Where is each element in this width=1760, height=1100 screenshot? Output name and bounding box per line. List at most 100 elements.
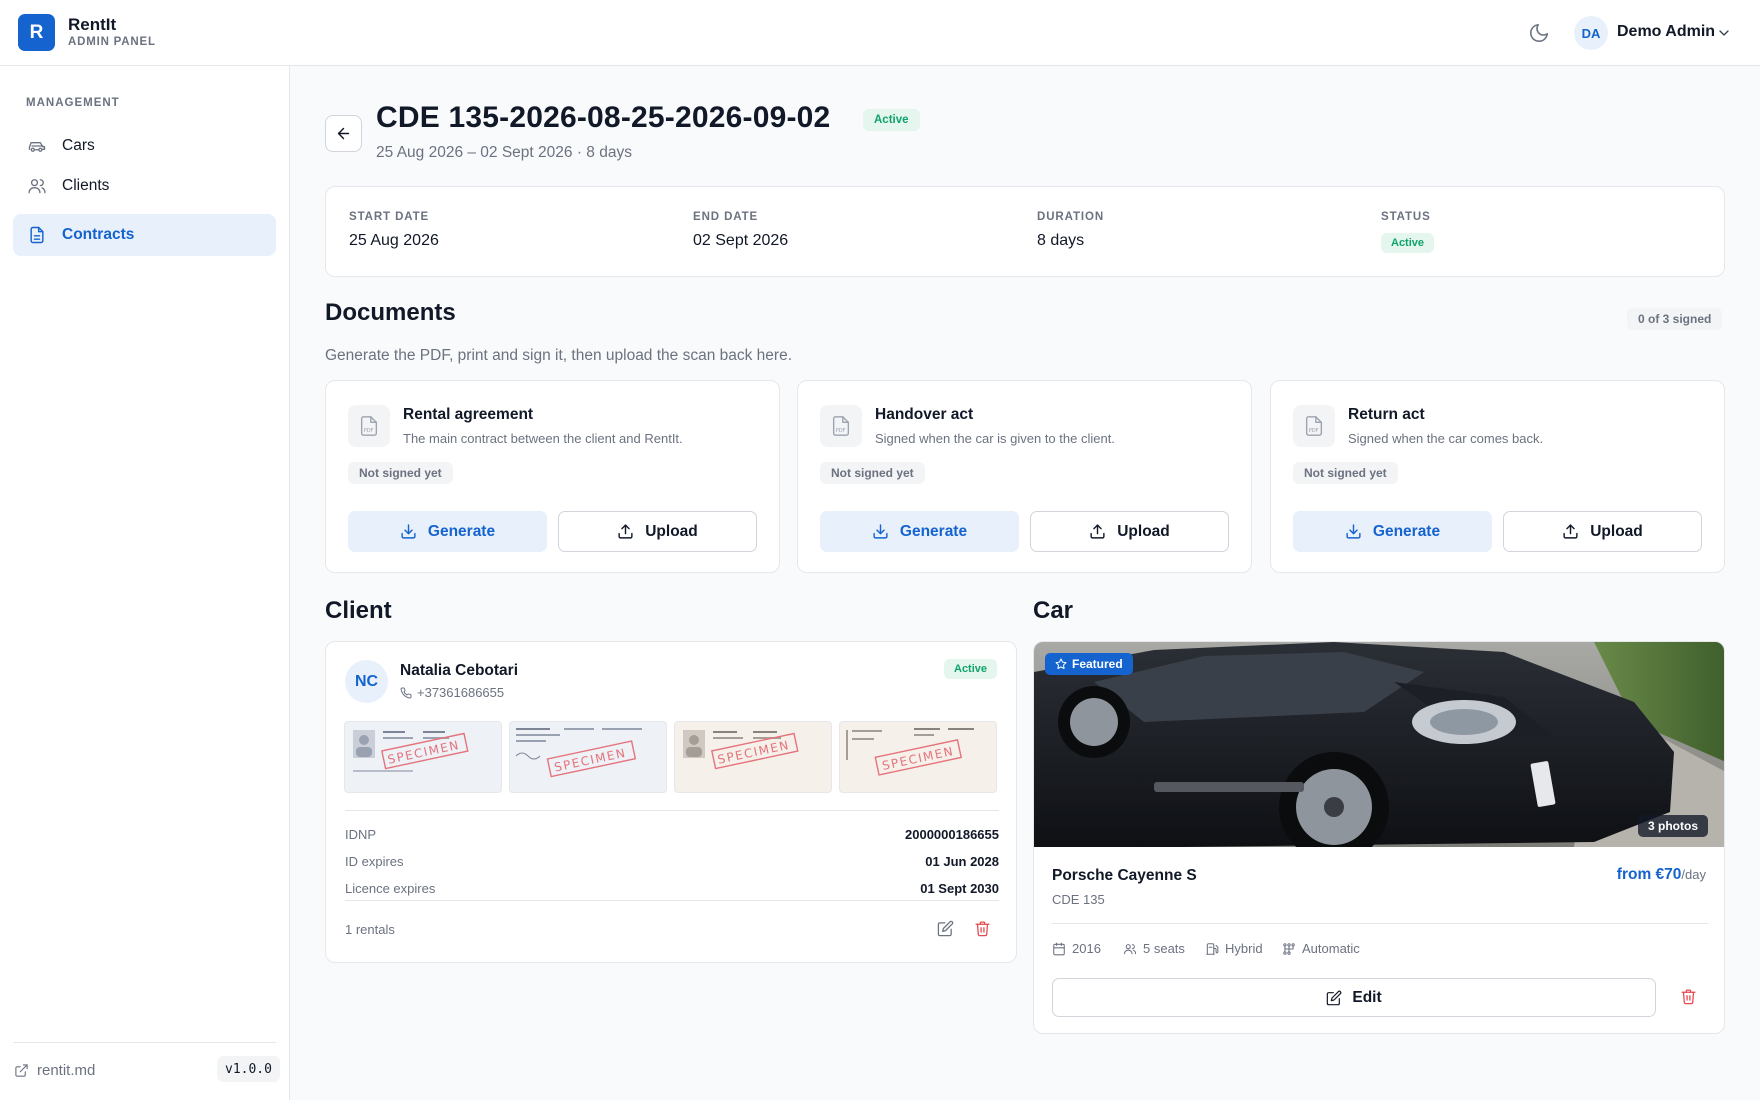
document-card-handover-act: PDF Handover act Signed when the car is … [797, 380, 1252, 573]
trash-icon [1681, 989, 1696, 1005]
divider [345, 810, 999, 811]
status-badge: Active [863, 109, 920, 131]
upload-label: Upload [1117, 522, 1170, 540]
edit-client-button[interactable] [937, 920, 955, 938]
client-phone: +37361686655 [400, 685, 504, 700]
documents-title: Documents [325, 299, 456, 326]
document-name: Rental agreement [403, 406, 534, 423]
fuel-icon [1205, 942, 1219, 956]
contract-summary-card: START DATE 25 Aug 2026 END DATE 02 Sept … [325, 186, 1725, 277]
car-photo[interactable] [1034, 642, 1724, 862]
generate-label: Generate [899, 522, 968, 540]
sidebar-item-contracts[interactable]: Contracts [13, 214, 276, 256]
car-name[interactable]: Porsche Cayenne S [1052, 867, 1197, 885]
website-link[interactable]: rentit.md [14, 1062, 95, 1079]
sidebar-item-label: Clients [62, 177, 110, 194]
sidebar-item-cars[interactable]: Cars [13, 125, 276, 167]
status-badge: Active [1381, 233, 1435, 253]
pencil-icon [937, 920, 954, 937]
users-icon [27, 176, 47, 196]
edit-label: Edit [1352, 988, 1382, 1006]
photo-count-badge: 3 photos [1638, 815, 1708, 837]
client-field-id-expires: ID expires 01 Jun 2028 [345, 854, 999, 869]
sidebar-item-clients[interactable]: Clients [13, 165, 276, 207]
pdf-icon: PDF [1293, 405, 1335, 447]
client-phone-number: +37361686655 [417, 685, 505, 700]
trash-icon [975, 921, 990, 937]
document-name: Handover act [875, 406, 974, 423]
summary-value: 25 Aug 2026 [349, 232, 439, 249]
car-spec-fuel: Hybrid [1205, 941, 1263, 956]
document-card-rental-agreement: PDF Rental agreement The main contract b… [325, 380, 780, 573]
document-status-badge: Not signed yet [348, 462, 453, 484]
page-subtitle: 25 Aug 2026 – 02 Sept 2026 · 8 days [376, 144, 632, 161]
status-badge: Active [944, 659, 998, 679]
rentals-count: 1 rentals [345, 922, 395, 937]
client-field-idnp: IDNP 2000000186655 [345, 827, 999, 842]
summary-value: 02 Sept 2026 [693, 232, 789, 249]
generate-button[interactable]: Generate [820, 511, 1019, 552]
users-icon [1123, 942, 1137, 956]
document-description: Signed when the car comes back. [1348, 431, 1544, 446]
upload-icon [617, 523, 634, 540]
back-button[interactable] [325, 115, 362, 152]
delete-car-button[interactable] [1680, 988, 1698, 1006]
id-card-back-thumbnail[interactable]: SPECIMEN [509, 721, 667, 793]
client-field-licence-expires: Licence expires 01 Sept 2030 [345, 881, 999, 896]
document-icon [27, 225, 47, 245]
client-avatar: NC [345, 660, 388, 703]
generate-button[interactable]: Generate [348, 511, 547, 552]
document-description: The main contract between the client and… [403, 431, 683, 446]
summary-label: END DATE [693, 211, 759, 223]
arrow-left-icon [337, 127, 350, 140]
edit-car-button[interactable]: Edit [1052, 978, 1656, 1017]
pencil-icon [1326, 990, 1342, 1006]
app-subtitle: ADMIN PANEL [68, 36, 156, 48]
upload-button[interactable]: Upload [1030, 511, 1229, 552]
document-card-return-act: PDF Return act Signed when the car comes… [1270, 380, 1725, 573]
generate-button[interactable]: Generate [1293, 511, 1492, 552]
id-card-front-thumbnail[interactable]: SPECIMEN [344, 721, 502, 793]
licence-front-thumbnail[interactable]: SPECIMEN [674, 721, 832, 793]
version-badge: v1.0.0 [217, 1056, 280, 1082]
summary-label: STATUS [1381, 211, 1431, 223]
car-price-value: from €70 [1616, 866, 1682, 883]
divider [1052, 923, 1708, 924]
pdf-icon: PDF [820, 405, 862, 447]
document-name: Return act [1348, 406, 1425, 423]
field-value: 01 Jun 2028 [925, 854, 999, 869]
top-bar: R RentIt ADMIN PANEL DA Demo Admin [0, 0, 1760, 66]
upload-button[interactable]: Upload [558, 511, 757, 552]
spec-label: Hybrid [1225, 941, 1263, 956]
spec-label: 2016 [1072, 941, 1101, 956]
summary-label: START DATE [349, 211, 430, 223]
download-icon [400, 523, 417, 540]
client-name[interactable]: Natalia Cebotari [400, 662, 518, 680]
licence-back-thumbnail[interactable]: SPECIMEN [839, 721, 997, 793]
download-icon [1345, 523, 1362, 540]
generate-label: Generate [1372, 522, 1441, 540]
app-logo[interactable]: R [18, 14, 55, 51]
upload-button[interactable]: Upload [1503, 511, 1702, 552]
divider [345, 900, 999, 901]
featured-label: Featured [1072, 657, 1123, 671]
chevron-down-icon[interactable] [1716, 25, 1732, 41]
car-spec-transmission: Automatic [1282, 941, 1360, 956]
external-link-icon [14, 1063, 29, 1078]
spec-label: Automatic [1302, 941, 1360, 956]
pdf-icon: PDF [348, 405, 390, 447]
car-spec-year: 2016 [1052, 941, 1101, 956]
svg-text:PDF: PDF [364, 428, 374, 434]
car-section-title: Car [1033, 597, 1074, 624]
client-card: NC Natalia Cebotari +37361686655 Active … [325, 641, 1017, 963]
user-avatar[interactable]: DA [1574, 16, 1608, 50]
moon-icon[interactable] [1528, 22, 1550, 44]
sidebar: MANAGEMENT Cars Clients Contracts rentit… [0, 66, 290, 1100]
sidebar-item-label: Cars [62, 137, 95, 154]
upload-label: Upload [1590, 522, 1643, 540]
summary-duration: DURATION 8 days [1037, 211, 1104, 250]
user-name[interactable]: Demo Admin [1617, 23, 1715, 41]
upload-label: Upload [645, 522, 698, 540]
delete-client-button[interactable] [974, 920, 992, 938]
page-title: CDE 135-2026-08-25-2026-09-02 [376, 101, 831, 134]
